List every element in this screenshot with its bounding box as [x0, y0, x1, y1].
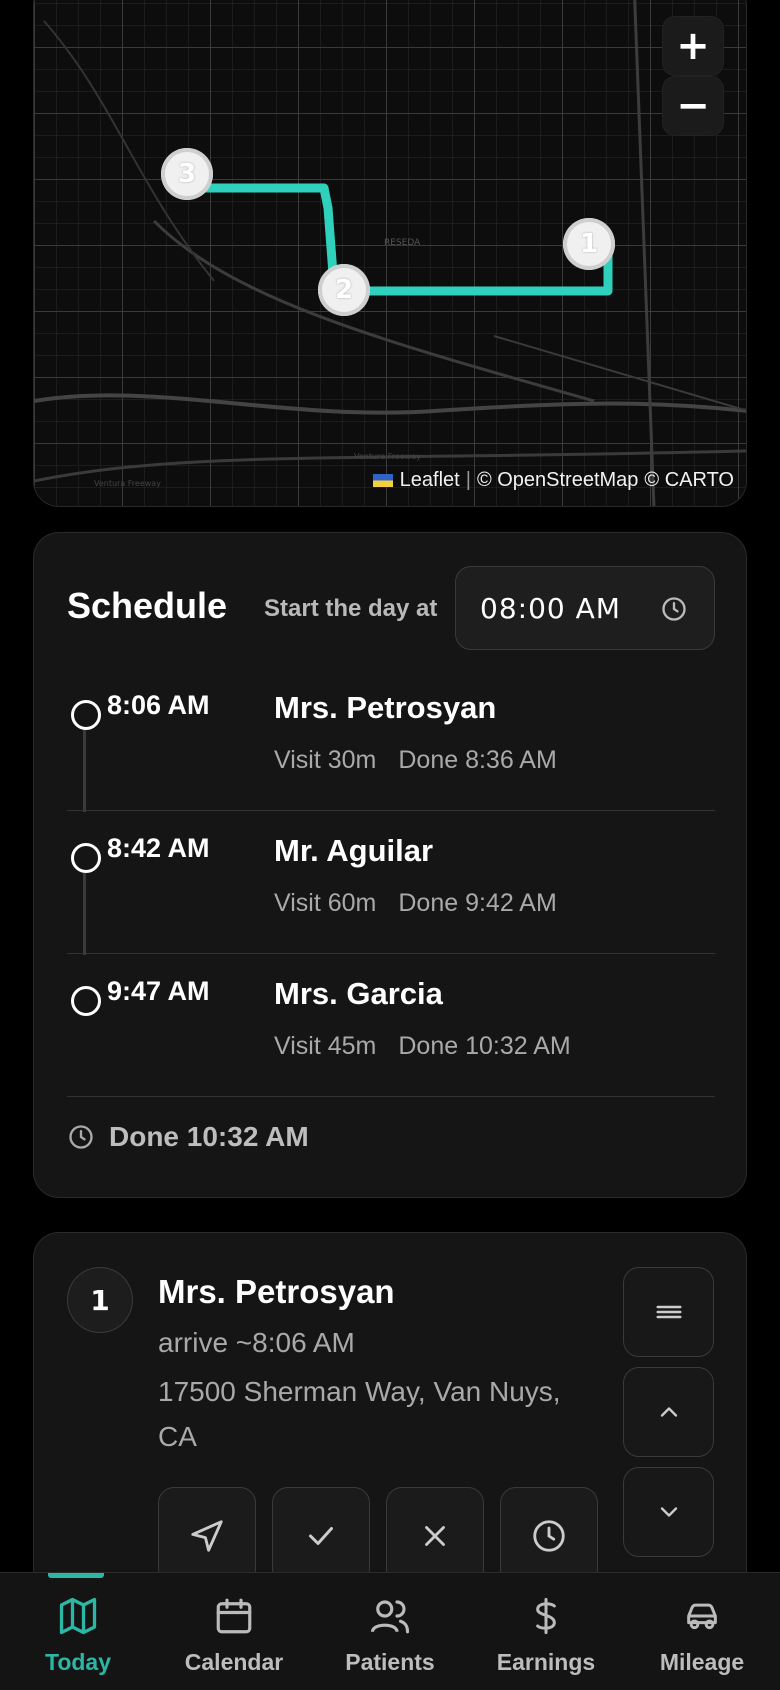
schedule-title: Schedule: [67, 585, 228, 626]
nav-today[interactable]: Today: [0, 1573, 156, 1690]
nav-label: Mileage: [659, 1649, 745, 1675]
nav-label: Calendar: [184, 1649, 284, 1675]
clock-icon[interactable]: [660, 595, 688, 623]
map-marker-2[interactable]: 2: [318, 264, 370, 316]
active-tab-indicator: [48, 1573, 104, 1578]
nav-patients[interactable]: Patients: [312, 1573, 468, 1690]
visit-meta: Visit 30m Done 8:36 AM: [274, 746, 557, 774]
map-marker-3[interactable]: 3: [161, 148, 213, 200]
drag-handle-button[interactable]: [623, 1267, 714, 1357]
nav-calendar[interactable]: Calendar: [156, 1573, 312, 1690]
nav-mileage[interactable]: Mileage: [624, 1573, 780, 1690]
attribution-separator: |: [465, 469, 471, 491]
map-tiles: RESEDA Ventura Freeway Ventura Freeway: [34, 0, 746, 506]
svg-text:Ventura Freeway: Ventura Freeway: [354, 452, 421, 461]
dollar-icon: [536, 1597, 556, 1635]
drag-handle-icon: [656, 1305, 681, 1319]
start-time-value[interactable]: 08:00 AM: [480, 592, 621, 625]
osm-link[interactable]: © OpenStreetMap: [477, 469, 638, 492]
visit-meta: Visit 60m Done 9:42 AM: [274, 889, 557, 917]
close-icon: [425, 1526, 445, 1546]
visit-patient-name: Mrs. Petrosyan: [274, 690, 497, 725]
map-attribution: Leaflet | © OpenStreetMap © CARTO: [372, 469, 734, 492]
navigate-icon: [191, 1520, 223, 1552]
ukraine-flag-icon: [372, 474, 393, 487]
nav-earnings[interactable]: Earnings: [468, 1573, 624, 1690]
place-label: RESEDA: [384, 238, 421, 248]
navigate-button[interactable]: [158, 1487, 256, 1585]
svg-text:Ventura Freeway: Ventura Freeway: [94, 479, 161, 488]
nav-label: Patients: [345, 1649, 435, 1675]
schedule-card: Schedule Start the day at 08:00 AM 8:06 …: [33, 532, 747, 1198]
zoom-in-button[interactable]: +: [663, 17, 723, 75]
patient-address: 17500 Sherman Way, Van Nuys, CA: [158, 1376, 561, 1452]
timeline-dot: [71, 986, 101, 1016]
nav-label: Earnings: [496, 1649, 596, 1675]
map-marker-1[interactable]: 1: [563, 218, 615, 270]
leaflet-link[interactable]: Leaflet: [400, 469, 460, 492]
schedule-done-total: Done 10:32 AM: [67, 1121, 309, 1153]
carto-link[interactable]: © CARTO: [644, 469, 734, 492]
chevron-down-icon: [660, 1507, 677, 1517]
move-down-button[interactable]: [623, 1467, 714, 1557]
visit-time: 8:42 AM: [107, 833, 210, 863]
cancel-visit-button[interactable]: [386, 1487, 484, 1585]
visit-patient-name: Mr. Aguilar: [274, 833, 434, 868]
timeline-line: [83, 730, 86, 812]
map-icon: [59, 1597, 97, 1635]
reschedule-button[interactable]: [500, 1487, 598, 1585]
chevron-up-icon: [660, 1407, 677, 1417]
timeline-dot: [71, 843, 101, 873]
check-icon: [309, 1527, 333, 1545]
visit-row[interactable]: 9:47 AM Mrs. Garcia Visit 45m Done 10:32 …: [67, 954, 715, 1097]
move-up-button[interactable]: [623, 1367, 714, 1457]
timeline-dot: [71, 700, 101, 730]
start-time-input[interactable]: 08:00 AM: [455, 566, 715, 650]
visit-row[interactable]: 8:42 AM Mr. Aguilar Visit 60m Done 9:42 A…: [67, 811, 715, 955]
visit-time: 9:47 AM: [107, 976, 210, 1006]
arrival-time: arrive ~8:06 AM: [158, 1327, 355, 1358]
route-map[interactable]: RESEDA Ventura Freeway Ventura Freeway +…: [33, 0, 747, 507]
clock-icon: [533, 1520, 565, 1552]
calendar-icon: [216, 1598, 252, 1634]
visit-meta: Visit 45m Done 10:32 AM: [274, 1032, 571, 1060]
start-day-label: Start the day at: [264, 595, 438, 622]
car-icon: [687, 1603, 717, 1630]
visit-row[interactable]: 8:06 AM Mrs. Petrosyan Visit 30m Done 8:3…: [67, 668, 715, 812]
zoom-out-button[interactable]: −: [663, 77, 723, 135]
users-icon: [370, 1600, 410, 1634]
nav-label: Today: [44, 1649, 112, 1675]
clock-icon: [69, 1125, 93, 1149]
timeline-line: [83, 873, 86, 955]
bottom-navigation: Today Calendar Patients Earnings Mileage: [0, 1572, 780, 1690]
visit-time: 8:06 AM: [107, 690, 210, 720]
stop-number-badge: 1: [67, 1267, 133, 1333]
mark-done-button[interactable]: [272, 1487, 370, 1585]
visit-patient-name: Mrs. Garcia: [274, 976, 443, 1011]
patient-name: Mrs. Petrosyan: [158, 1273, 395, 1310]
